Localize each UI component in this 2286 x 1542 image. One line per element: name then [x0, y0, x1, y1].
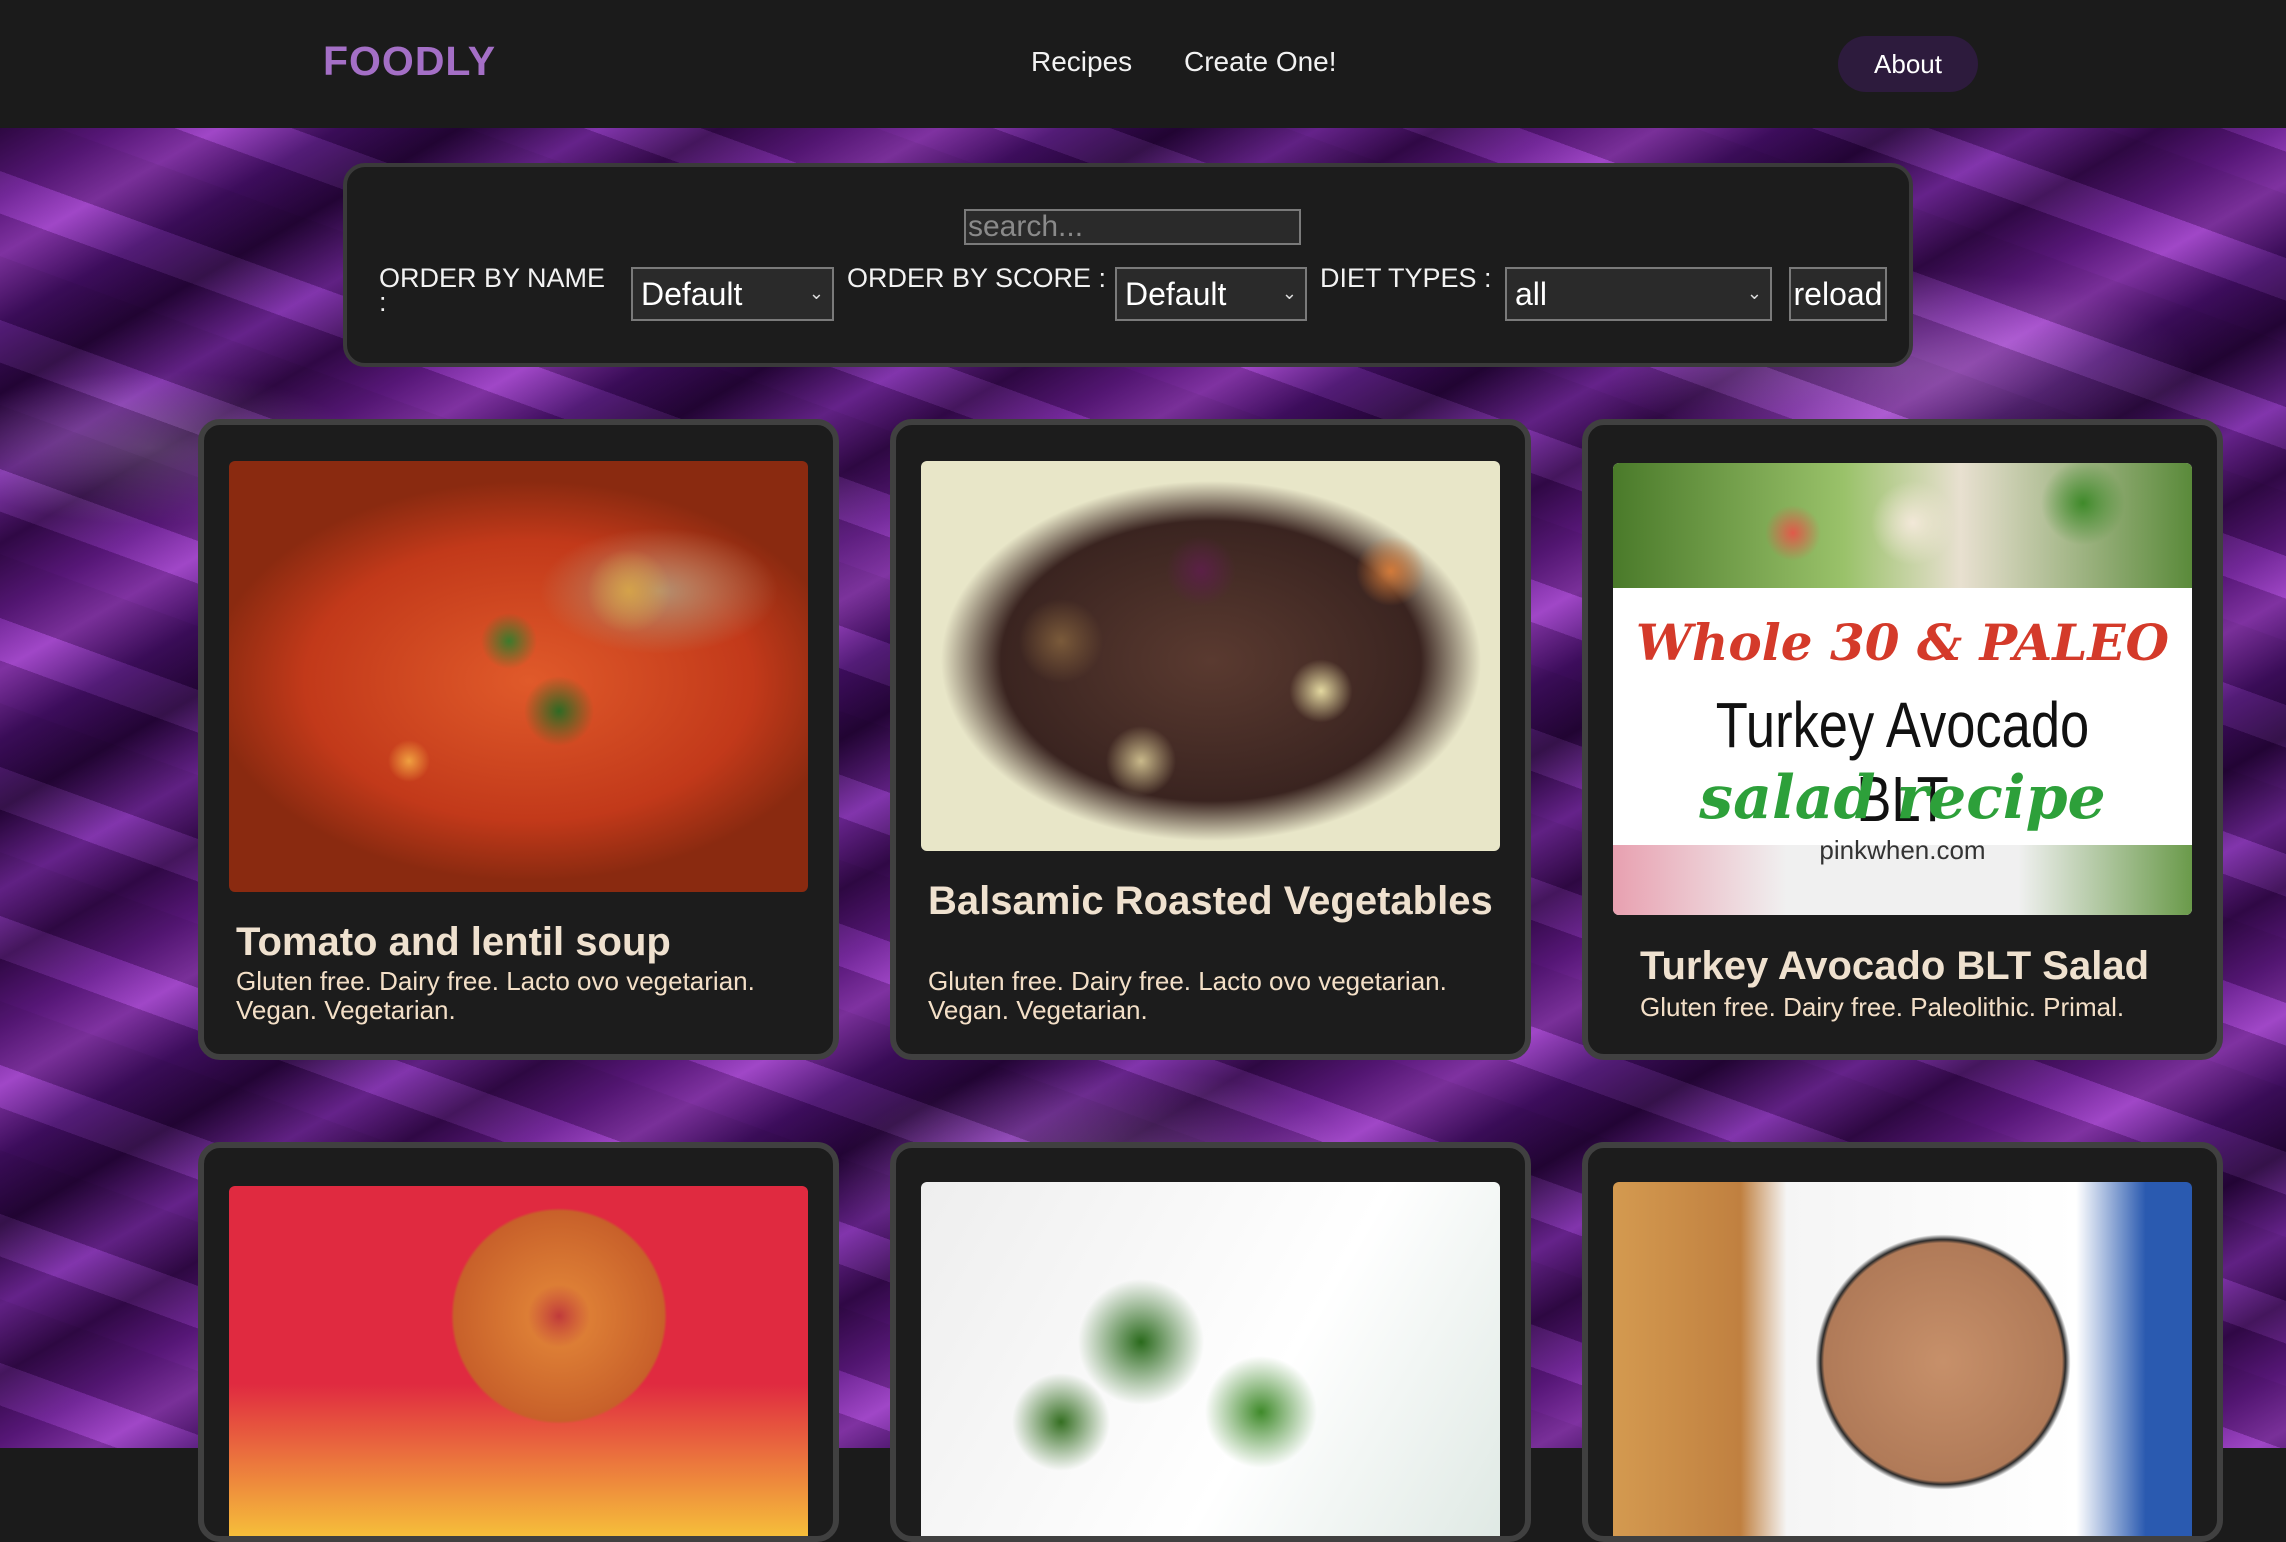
salad-photo-top — [1613, 463, 2192, 588]
recipe-title: Tomato and lentil soup — [236, 920, 671, 964]
diet-types-value: all — [1515, 275, 1548, 312]
recipe-card[interactable]: Balsamic Roasted Vegetables Gluten free.… — [890, 419, 1531, 1060]
logo[interactable]: FOODLY — [323, 38, 496, 85]
diet-types-select[interactable]: all ⌄ — [1505, 267, 1772, 321]
chevron-down-icon: ⌄ — [1281, 283, 1297, 303]
image-text-line: Whole 30 & PALEO — [1635, 613, 2170, 672]
nav-recipes[interactable]: Recipes — [1031, 46, 1132, 78]
chevron-down-icon: ⌄ — [1746, 283, 1762, 303]
recipe-image — [921, 1182, 1500, 1536]
image-text-line: salad recipe — [1699, 763, 2106, 833]
recipe-card[interactable] — [198, 1142, 839, 1542]
order-by-name-label: ORDER BY NAME : — [379, 263, 606, 317]
nav-create-one[interactable]: Create One! — [1184, 46, 1337, 78]
reload-button[interactable]: reload — [1789, 267, 1887, 321]
recipe-card[interactable]: Whole 30 & PALEO Turkey Avocado BLT sala… — [1582, 419, 2223, 1060]
recipe-image — [229, 1186, 808, 1536]
recipe-image: Whole 30 & PALEO Turkey Avocado BLT sala… — [1613, 463, 2192, 915]
recipe-diets: Gluten free. Dairy free. Lacto ovo veget… — [928, 966, 1447, 1025]
navbar: FOODLY Recipes Create One! About — [0, 0, 2286, 128]
recipe-title: Turkey Avocado BLT Salad — [1640, 944, 2150, 988]
recipe-card[interactable] — [1582, 1142, 2223, 1542]
diet-types-label: DIET TYPES : — [1320, 263, 1492, 293]
about-button[interactable]: About — [1838, 36, 1978, 92]
recipe-card[interactable] — [890, 1142, 1531, 1542]
order-by-score-label: ORDER BY SCORE : — [847, 263, 1107, 293]
chevron-down-icon: ⌄ — [808, 283, 824, 303]
recipe-diets: Gluten free. Dairy free. Paleolithic. Pr… — [1640, 992, 2125, 1022]
recipe-image — [1613, 1182, 2192, 1536]
image-text-line: pinkwhen.com — [1819, 835, 1986, 865]
recipe-title: Balsamic Roasted Vegetables — [928, 879, 1493, 923]
recipe-diets: Gluten free. Dairy free. Lacto ovo veget… — [236, 966, 755, 1025]
filter-panel: ORDER BY NAME : Default ⌄ ORDER BY SCORE… — [343, 163, 1913, 367]
order-by-score-value: Default — [1125, 275, 1227, 312]
order-by-name-value: Default — [641, 275, 743, 312]
order-by-score-select[interactable]: Default ⌄ — [1115, 267, 1307, 321]
order-by-name-select[interactable]: Default ⌄ — [631, 267, 834, 321]
recipe-image — [921, 461, 1500, 851]
search-input[interactable] — [964, 209, 1301, 245]
recipe-image — [229, 461, 808, 892]
recipe-card[interactable]: Tomato and lentil soup Gluten free. Dair… — [198, 419, 839, 1060]
